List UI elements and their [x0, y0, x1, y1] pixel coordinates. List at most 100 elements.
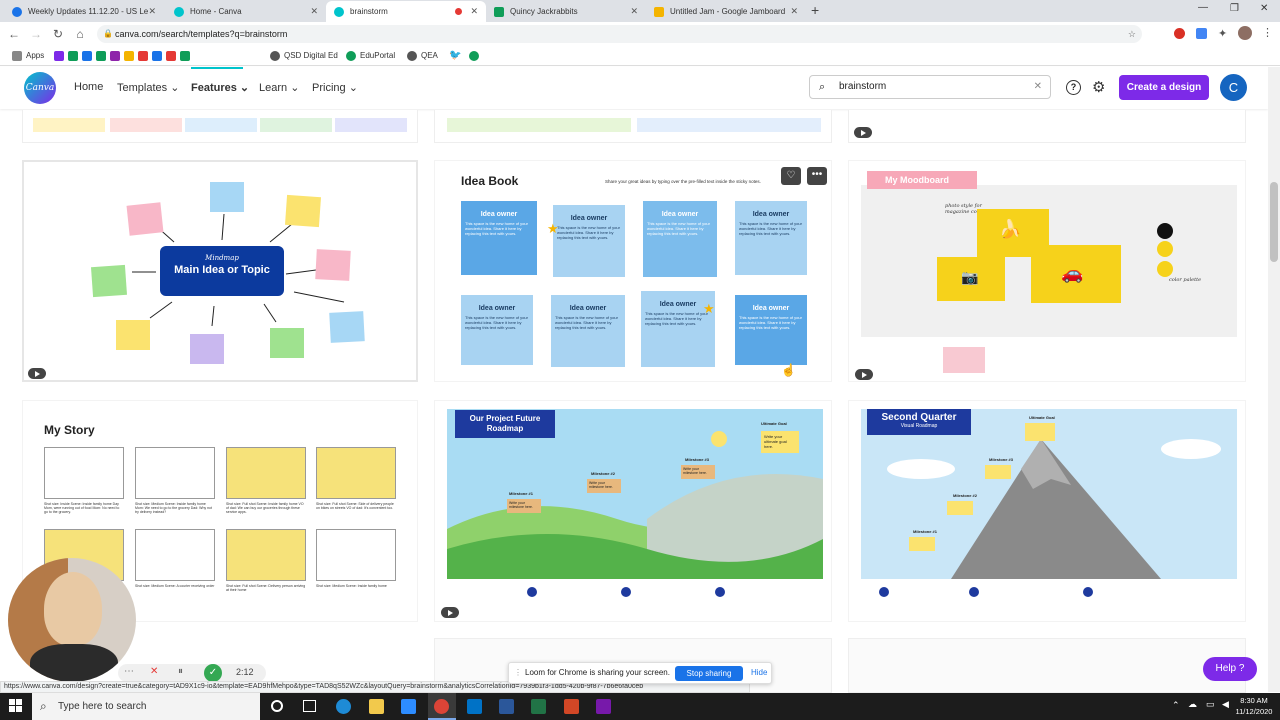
globe-icon — [270, 51, 280, 61]
more-options-icon[interactable]: ••• — [807, 167, 827, 185]
bookmark-icon — [82, 51, 92, 61]
tab-brainstorm[interactable]: brainstorm ✕ — [326, 1, 486, 22]
finish-recording-icon[interactable]: ✓ — [204, 664, 222, 682]
extension-icon[interactable] — [1174, 28, 1185, 39]
panel-caption: Shot size: Inside Scene: Inside family h… — [44, 502, 120, 514]
outlook-icon[interactable] — [467, 699, 482, 714]
page-scrollbar[interactable] — [1268, 67, 1280, 692]
bookmark-icon[interactable] — [469, 50, 483, 62]
nav-learn[interactable]: Learn ⌄ — [259, 81, 299, 94]
profile-avatar-icon[interactable] — [1238, 26, 1252, 40]
tab-home-canva[interactable]: Home - Canva ✕ — [166, 1, 326, 22]
clear-search-icon[interactable]: ✕ — [1034, 76, 1042, 98]
clock-time: 8:30 AM — [1240, 696, 1268, 705]
bookmark-qsd[interactable]: QSD Digital Ed — [270, 50, 338, 62]
nav-features[interactable]: Features ⌄ — [191, 81, 249, 94]
close-tab-icon[interactable]: ✕ — [310, 6, 318, 17]
tab-weekly-updates[interactable]: Weekly Updates 11.12.20 - US Le ✕ — [4, 1, 164, 22]
close-tab-icon[interactable]: ✕ — [630, 6, 638, 17]
template-card-mindmap[interactable]: Mindmap Main Idea or Topic — [22, 160, 418, 382]
cancel-recording-icon[interactable]: ✕ — [150, 666, 158, 677]
template-card-second-quarter[interactable]: Second Quarter Visual Roadmap Ultimate G… — [848, 400, 1246, 622]
user-avatar[interactable]: C — [1220, 74, 1247, 101]
favorite-heart-icon[interactable]: ♡ — [781, 167, 801, 185]
back-icon[interactable]: ← — [6, 26, 22, 42]
template-card-partial[interactable] — [848, 638, 1246, 693]
close-tab-icon[interactable]: ✕ — [470, 6, 478, 17]
drag-handle-icon[interactable]: ⋮ — [514, 663, 522, 683]
close-tab-icon[interactable]: ✕ — [148, 6, 156, 17]
bookmark-apps[interactable]: Apps — [12, 50, 44, 62]
restore-icon[interactable]: ❐ — [1230, 3, 1239, 14]
address-bar[interactable]: 🔒 canva.com/search/templates?q=brainstor… — [97, 25, 1142, 43]
panel-caption: Shot size: Full shot Scene: Side of deli… — [316, 502, 394, 510]
canva-logo[interactable]: Canva — [24, 72, 56, 104]
template-card-idea-book[interactable]: Idea Book Share your great ideas by typi… — [434, 160, 832, 382]
shirt — [30, 644, 118, 682]
windows-start-icon[interactable] — [9, 699, 23, 713]
close-tab-icon[interactable]: ✕ — [790, 6, 798, 17]
new-tab-icon[interactable]: + — [811, 2, 819, 18]
tab-jamboard[interactable]: Untitled Jam - Google Jamboard ✕ — [646, 1, 806, 22]
minimize-icon[interactable]: — — [1198, 2, 1208, 13]
pause-icon[interactable]: ⏸ — [178, 666, 183, 677]
hide-button[interactable]: Hide — [751, 663, 767, 683]
onenote-icon[interactable] — [596, 699, 611, 714]
volume-icon[interactable]: ◀ — [1222, 699, 1229, 710]
bookmark-eduportal[interactable]: EduPortal — [346, 50, 395, 62]
template-card-partial[interactable] — [848, 110, 1246, 143]
card-title: Second Quarter — [881, 412, 957, 423]
template-card-moodboard[interactable]: My Moodboard photo style for magazine co… — [848, 160, 1246, 382]
clock[interactable]: 8:30 AM 11/12/2020 — [1234, 695, 1274, 717]
settings-gear-icon[interactable]: ⚙ — [1092, 78, 1105, 96]
template-card-project-roadmap[interactable]: Our Project Future Roadmap Ultimate Goal… — [434, 400, 832, 622]
word-icon[interactable] — [499, 699, 514, 714]
more-options-icon[interactable]: ⋯ — [124, 666, 134, 677]
bookmark-qea[interactable]: QEA — [407, 50, 438, 62]
network-icon[interactable]: ▭ — [1206, 699, 1215, 710]
template-card-partial[interactable] — [434, 110, 832, 143]
tab-quincy-jackrabbits[interactable]: Quincy Jackrabbits ✕ — [486, 1, 646, 22]
close-window-icon[interactable]: ✕ — [1260, 3, 1268, 14]
cloud-icon[interactable]: ☁ — [1188, 699, 1197, 710]
template-card-partial[interactable] — [22, 110, 418, 143]
loom-webcam-bubble[interactable] — [8, 558, 136, 682]
nav-templates[interactable]: Templates ⌄ — [117, 81, 179, 94]
bookmark-star-icon[interactable]: ☆ — [1128, 25, 1136, 43]
reload-icon[interactable]: ↻ — [50, 26, 66, 42]
puzzle-icon[interactable]: ✦ — [1218, 27, 1227, 40]
search-placeholder: Type here to search — [58, 701, 147, 712]
more-menu-icon[interactable]: ⋮ — [1262, 26, 1273, 39]
bookmark-icon — [152, 51, 162, 61]
taskbar-search-input[interactable]: ⌕ Type here to search — [32, 693, 260, 720]
search-input[interactable]: ⌕ brainstorm ✕ — [809, 75, 1051, 99]
create-design-button[interactable]: Create a design — [1119, 75, 1209, 100]
task-view-icon[interactable] — [303, 700, 316, 712]
scrollbar-thumb[interactable] — [1270, 182, 1278, 262]
video-badge-icon — [854, 127, 872, 138]
bookmark-icons[interactable] — [54, 50, 194, 62]
home-icon[interactable]: ⌂ — [72, 26, 88, 42]
nav-pricing[interactable]: Pricing ⌄ — [312, 81, 358, 94]
help-button[interactable]: Help ? — [1203, 657, 1257, 681]
twitter-icon[interactable]: 🐦 — [449, 50, 461, 62]
storyboard-panel — [226, 447, 306, 499]
face — [44, 572, 102, 646]
edge-icon[interactable] — [336, 699, 351, 714]
excel-icon[interactable] — [531, 699, 546, 714]
cortana-icon[interactable] — [271, 700, 283, 712]
swatch — [335, 118, 407, 132]
card-subtitle: Share your great ideas by typing over th… — [605, 179, 761, 184]
powerpoint-icon[interactable] — [564, 699, 579, 714]
nav-home[interactable]: Home — [74, 81, 103, 93]
help-icon[interactable]: ? — [1066, 80, 1081, 95]
chrome-icon[interactable] — [434, 699, 449, 714]
file-explorer-icon[interactable] — [369, 699, 384, 714]
zoom-icon[interactable] — [401, 699, 416, 714]
forward-icon[interactable]: → — [28, 26, 44, 42]
extension-icon[interactable] — [1196, 28, 1207, 39]
note-heading: Idea owner — [661, 211, 699, 218]
camera-icon: 📷 — [961, 269, 979, 285]
stop-sharing-button[interactable]: Stop sharing — [675, 666, 743, 681]
tray-up-arrow-icon[interactable]: ⌃ — [1172, 700, 1180, 711]
